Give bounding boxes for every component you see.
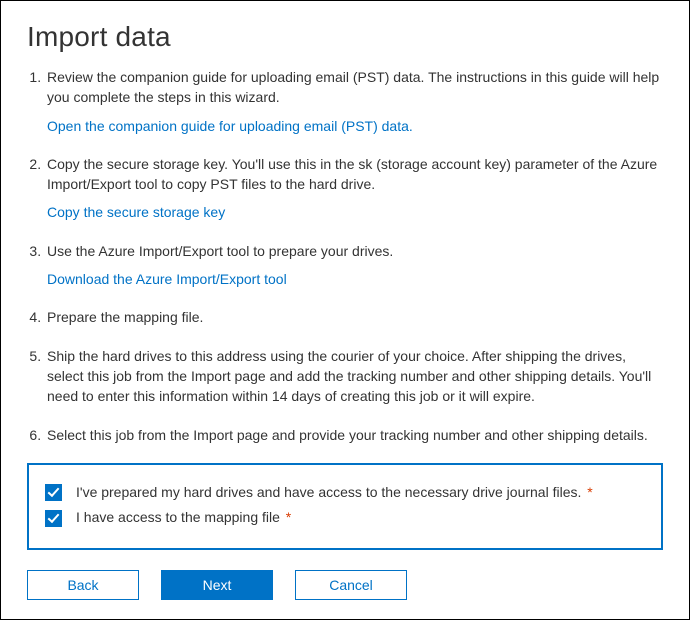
step-6: Select this job from the Import page and… (45, 425, 663, 445)
confirm-text-2: I have access to the mapping file (76, 509, 280, 525)
wizard-buttons: Back Next Cancel (27, 570, 663, 600)
companion-guide-link[interactable]: Open the companion guide for uploading e… (47, 116, 413, 136)
checkbox-mapping-file[interactable] (45, 510, 62, 527)
next-button[interactable]: Next (161, 570, 273, 600)
step-1-text: Review the companion guide for uploading… (47, 67, 663, 108)
cancel-button[interactable]: Cancel (295, 570, 407, 600)
step-3-text: Use the Azure Import/Export tool to prep… (47, 241, 663, 261)
step-2-text: Copy the secure storage key. You'll use … (47, 154, 663, 195)
checkbox-prepared-drives[interactable] (45, 484, 62, 501)
page-title: Import data (27, 21, 663, 53)
step-6-text: Select this job from the Import page and… (47, 425, 663, 445)
confirm-row-2: I have access to the mapping file * (45, 508, 645, 528)
download-tool-link[interactable]: Download the Azure Import/Export tool (47, 269, 287, 289)
step-5: Ship the hard drives to this address usi… (45, 346, 663, 407)
step-1: Review the companion guide for uploading… (45, 67, 663, 136)
step-4-text: Prepare the mapping file. (47, 307, 663, 327)
confirm-label-2: I have access to the mapping file * (76, 508, 291, 528)
confirmation-box: I've prepared my hard drives and have ac… (27, 463, 663, 550)
copy-storage-key-link[interactable]: Copy the secure storage key (47, 202, 225, 222)
step-5-text: Ship the hard drives to this address usi… (47, 346, 663, 407)
step-2: Copy the secure storage key. You'll use … (45, 154, 663, 223)
confirm-text-1: I've prepared my hard drives and have ac… (76, 484, 581, 500)
back-button[interactable]: Back (27, 570, 139, 600)
steps-list: Review the companion guide for uploading… (27, 67, 663, 445)
step-4: Prepare the mapping file. (45, 307, 663, 327)
step-3: Use the Azure Import/Export tool to prep… (45, 241, 663, 290)
confirm-row-1: I've prepared my hard drives and have ac… (45, 483, 645, 503)
required-asterisk: * (587, 484, 592, 500)
confirm-label-1: I've prepared my hard drives and have ac… (76, 483, 593, 503)
required-asterisk: * (286, 509, 291, 525)
